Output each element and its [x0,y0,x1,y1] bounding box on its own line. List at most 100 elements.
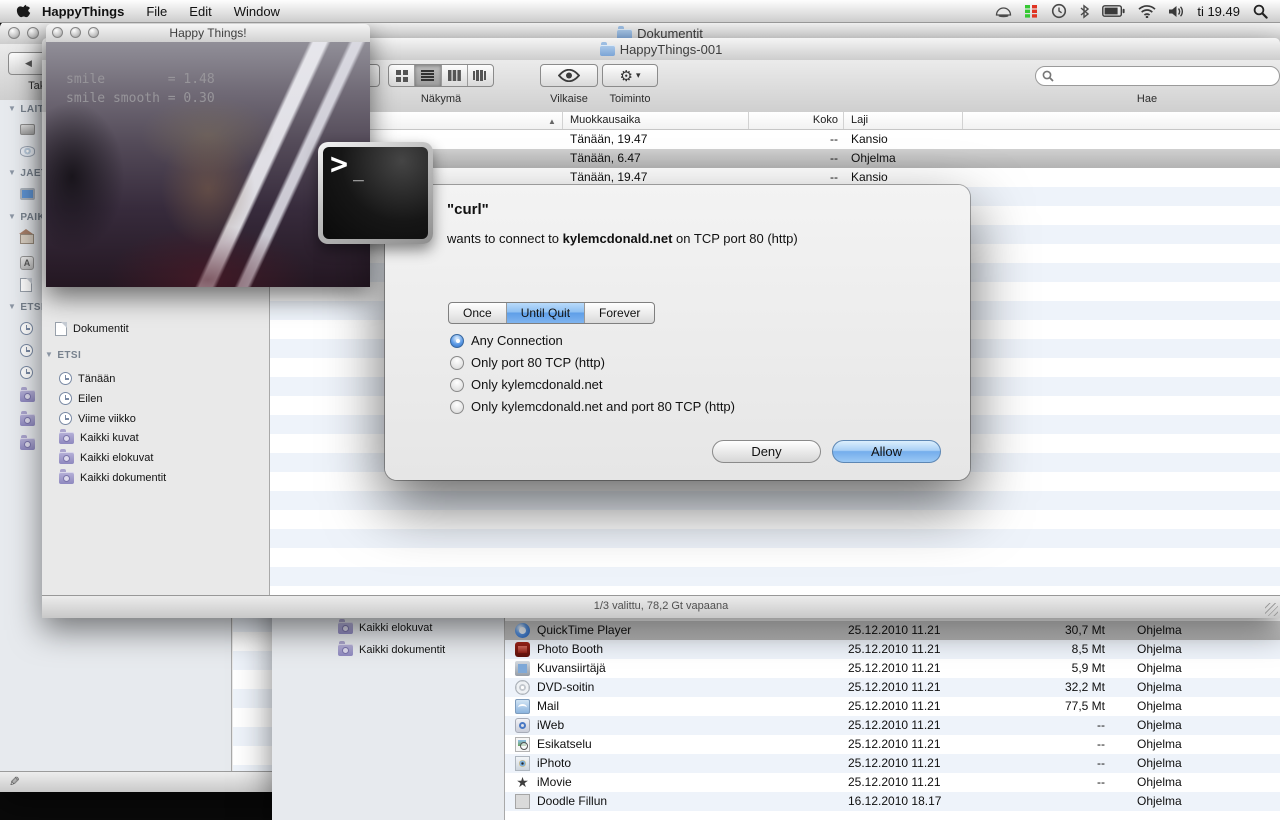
status-bar: 1/3 valittu, 78,2 Gt vapaana [42,595,1280,618]
sidebar-item-today[interactable]: Tänään [59,372,115,385]
duration-forever[interactable]: Forever [584,303,654,323]
coverflow-view-button[interactable] [466,65,493,86]
smart-folder-icon [59,429,74,444]
sidebar-item-yesterday[interactable] [20,344,33,357]
sidebar-item-allimages[interactable]: Kaikki kuvat [59,429,139,444]
disclosure-icon[interactable]: ▼ [8,104,16,113]
quicklook-button[interactable] [540,64,598,87]
disclosure-icon[interactable]: ▼ [8,212,16,221]
menu-edit[interactable]: Edit [178,4,222,19]
sidebar-item-allmovies[interactable]: Kaikki elokuvat [338,619,432,634]
sidebar-item-pastweek[interactable]: Viime viikko [59,412,136,425]
dvd-player-icon [515,680,530,695]
grid-view-icon [395,69,408,82]
sidebar-item-allmovies[interactable] [20,411,35,426]
disclosure-icon[interactable]: ▼ [8,302,16,311]
little-snitch-menu-icon[interactable] [995,5,1012,18]
column-header-kind[interactable]: Laji [851,114,868,126]
scope-option-host[interactable]: Only kylemcdonald.net [450,377,603,392]
network-monitor-icon[interactable] [1025,4,1038,19]
action-label: Toiminto [609,93,651,105]
clock-icon [20,322,33,335]
apple-menu[interactable] [0,2,31,20]
radio-selected-icon[interactable] [450,333,464,348]
resize-grip[interactable] [1265,603,1278,616]
duration-segmented-control[interactable]: Once Until Quit Forever [448,302,656,324]
menu-file[interactable]: File [135,4,178,19]
sidebar-item-today[interactable] [20,322,33,335]
window-title: Happy Things! [169,26,247,40]
document-icon [20,278,32,292]
list-view-icon [421,70,435,81]
table-row[interactable]: DVD-soitin 25.12.2010 11.21 32,2 Mt Ohjelm… [505,678,1280,697]
sidebar-item-allmovies[interactable]: Kaikki elokuvat [59,449,153,464]
clock-icon [20,344,33,357]
table-row[interactable]: Esikatselu 25.12.2010 11.21 -- Ohjelma [505,735,1280,754]
dialog-app-title: "curl" [447,201,489,218]
sidebar-item-home[interactable] [19,229,34,244]
preview-icon [515,737,530,752]
list-view-button[interactable] [414,65,441,86]
sidebar-item-pastweek[interactable] [20,366,33,379]
scope-option-host-and-port[interactable]: Only kylemcdonald.net and port 80 TCP (h… [450,399,735,414]
column-view-icon [447,70,461,81]
scope-option-any[interactable]: Any Connection [450,333,563,348]
app-menu[interactable]: HappyThings [31,4,135,19]
pencil-icon[interactable]: ✎ [9,774,20,790]
smart-folder-icon [20,435,35,450]
iphoto-icon [515,756,530,771]
sidebar-item-documents[interactable]: Dokumentit [55,322,129,336]
radio-icon[interactable] [450,377,464,392]
bluetooth-icon[interactable] [1080,3,1090,19]
sidebar-item-allimages[interactable] [20,387,35,402]
view-switcher[interactable] [388,64,494,87]
column-header-modified[interactable]: Muokkausaika [570,114,640,126]
sidebar-item-yesterday[interactable]: Eilen [59,392,102,405]
table-row[interactable]: Photo Booth 25.12.2010 11.21 8,5 Mt Ohjelm… [505,640,1280,659]
sidebar-item-alldocuments[interactable]: Kaikki dokumentit [59,469,166,484]
sidebar-item-shared-computer[interactable] [20,188,35,200]
sidebar-item-documents[interactable] [20,278,32,292]
column-header-size[interactable]: Koko [754,114,838,126]
volume-icon[interactable] [1169,5,1184,18]
sidebar-section-search: ▼ ETSI [8,302,45,313]
wifi-icon[interactable] [1138,4,1156,18]
duration-until-quit[interactable]: Until Quit [505,303,585,323]
table-row[interactable]: ★ iMovie 25.12.2010 11.21 -- Ohjelma [505,773,1280,792]
disclosure-icon[interactable]: ▼ [8,168,16,177]
mail-icon [515,699,530,714]
table-row[interactable]: Mail 25.12.2010 11.21 77,5 Mt Ohjelma [505,697,1280,716]
table-row[interactable]: QuickTime Player 25.12.2010 11.21 30,7 Mt… [505,621,1280,640]
sidebar-item-harddisk[interactable] [20,124,35,135]
icon-view-button[interactable] [389,65,414,86]
table-row[interactable]: iWeb 25.12.2010 11.21 -- Ohjelma [505,716,1280,735]
table-row[interactable]: iPhoto 25.12.2010 11.21 -- Ohjelma [505,754,1280,773]
sort-ascending-icon[interactable]: ▲ [548,117,556,126]
allow-button[interactable]: Allow [832,440,941,463]
radio-icon[interactable] [450,399,464,414]
column-view-button[interactable] [440,65,467,86]
sidebar-item-idisk[interactable] [20,146,35,157]
table-row[interactable]: Doodle Fillun 16.12.2010 18.17 Ohjelma [505,792,1280,811]
battery-icon[interactable] [1102,5,1125,17]
webcam-titlebar[interactable]: Happy Things! [46,24,370,43]
imovie-icon: ★ [516,774,529,790]
menu-window[interactable]: Window [223,4,291,19]
smile-overlay: smile = 1.48 smile smooth = 0.30 [66,72,215,106]
disclosure-icon[interactable]: ▼ [45,350,53,359]
scope-option-port[interactable]: Only port 80 TCP (http) [450,355,605,370]
sidebar-item-alldocuments[interactable] [20,435,35,450]
clock-icon [59,392,72,405]
sidebar-item-alldocuments[interactable]: Kaikki dokumentit [338,641,445,656]
menu-clock[interactable]: ti 19.49 [1197,4,1240,19]
table-row[interactable]: Kuvansiirtäjä 25.12.2010 11.21 5,9 Mt Ohje… [505,659,1280,678]
spotlight-icon[interactable] [1253,4,1268,19]
time-machine-icon[interactable] [1051,3,1067,19]
radio-icon[interactable] [450,355,464,370]
search-input[interactable] [1035,66,1280,86]
action-button[interactable]: ⚙ ▾ [602,64,658,87]
duration-once[interactable]: Once [449,303,506,323]
deny-button[interactable]: Deny [712,440,821,463]
doodle-icon [515,794,530,809]
sidebar-item-applications[interactable]: A [20,256,34,270]
